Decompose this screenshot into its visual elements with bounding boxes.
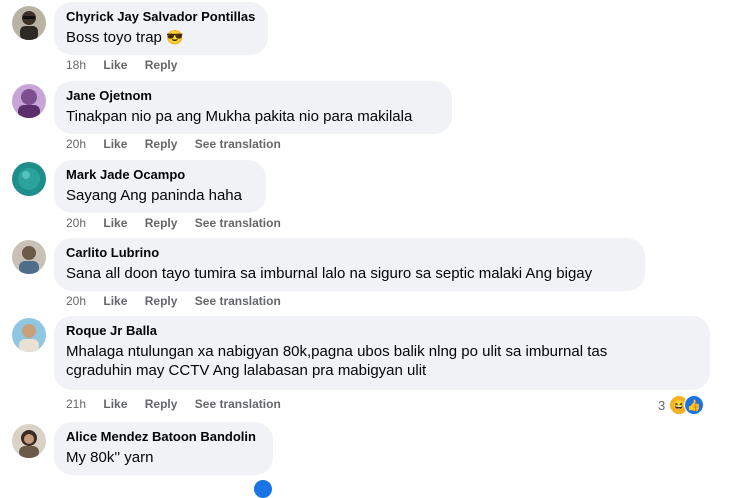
comment-bubble: Mark Jade Ocampo Sayang Ang paninda haha xyxy=(54,160,266,213)
reply-button[interactable]: Reply xyxy=(145,294,178,308)
comment-time[interactable]: 21h xyxy=(66,397,86,411)
comment-author[interactable]: Jane Ojetnom xyxy=(66,88,440,104)
comment-text: Tinakpan nio pa ang Mukha pakita nio par… xyxy=(66,108,413,125)
like-button[interactable]: Like xyxy=(103,397,127,411)
see-translation-button[interactable]: See translation xyxy=(195,137,281,151)
like-button[interactable]: Like xyxy=(103,294,127,308)
like-button[interactable]: Like xyxy=(103,216,127,230)
comment-time[interactable]: 18h xyxy=(66,58,86,72)
comment-author[interactable]: Mark Jade Ocampo xyxy=(66,167,254,183)
comment-text: Sayang Ang paninda haha xyxy=(66,187,242,204)
avatar[interactable] xyxy=(12,84,46,118)
avatar[interactable] xyxy=(12,162,46,196)
see-translation-button[interactable]: See translation xyxy=(195,397,281,411)
comment-text: Mhalaga ntulungan xa nabigyan 80k,pagna … xyxy=(66,343,608,379)
comment-bubble: Chyrick Jay Salvador Pontillas Boss toyo… xyxy=(54,2,268,55)
sunglasses-emoji-icon: 😎 xyxy=(166,29,184,45)
avatar[interactable] xyxy=(12,6,46,40)
reply-button[interactable]: Reply xyxy=(145,137,178,151)
comment-text: My 80k'' yarn xyxy=(66,449,154,466)
comment-time[interactable]: 20h xyxy=(66,294,86,308)
comment-bubble: Carlito Lubrino Sana all doon tayo tumir… xyxy=(54,238,645,291)
avatar[interactable] xyxy=(12,240,46,274)
comment-author[interactable]: Roque Jr Balla xyxy=(66,323,698,339)
reaction-summary[interactable]: 3 😆 👍 xyxy=(658,395,705,415)
comment-text: Sana all doon tayo tumira sa imburnal la… xyxy=(66,265,593,282)
comment-bubble: Roque Jr Balla Mhalaga ntulungan xa nabi… xyxy=(54,316,710,390)
comment-actions: 21h Like Reply See translation xyxy=(66,397,295,411)
see-translation-button[interactable]: See translation xyxy=(195,294,281,308)
reply-button[interactable]: Reply xyxy=(145,397,178,411)
comment-bubble: Alice Mendez Batoon Bandolin My 80k'' ya… xyxy=(54,422,273,475)
see-translation-button[interactable]: See translation xyxy=(195,216,281,230)
reply-indicator-icon xyxy=(254,480,272,498)
avatar[interactable] xyxy=(12,424,46,458)
like-button[interactable]: Like xyxy=(103,137,127,151)
comment-author[interactable]: Chyrick Jay Salvador Pontillas xyxy=(66,9,256,25)
reply-button[interactable]: Reply xyxy=(145,58,178,72)
like-icon: 👍 xyxy=(684,395,705,415)
comment-author[interactable]: Carlito Lubrino xyxy=(66,245,633,261)
reply-button[interactable]: Reply xyxy=(145,216,178,230)
comment-time[interactable]: 20h xyxy=(66,137,86,151)
like-button[interactable]: Like xyxy=(103,58,127,72)
comment-actions: 18h Like Reply xyxy=(66,58,191,72)
comment-bubble: Jane Ojetnom Tinakpan nio pa ang Mukha p… xyxy=(54,81,452,134)
reaction-count: 3 xyxy=(658,397,666,413)
comment-author[interactable]: Alice Mendez Batoon Bandolin xyxy=(66,429,261,445)
comment-actions: 20h Like Reply See translation xyxy=(66,294,295,308)
comment-actions: 20h Like Reply See translation xyxy=(66,137,295,151)
avatar[interactable] xyxy=(12,318,46,352)
comment-time[interactable]: 20h xyxy=(66,216,86,230)
comment-actions: 20h Like Reply See translation xyxy=(66,216,295,230)
comment-text: Boss toyo trap 😎 xyxy=(66,29,184,46)
